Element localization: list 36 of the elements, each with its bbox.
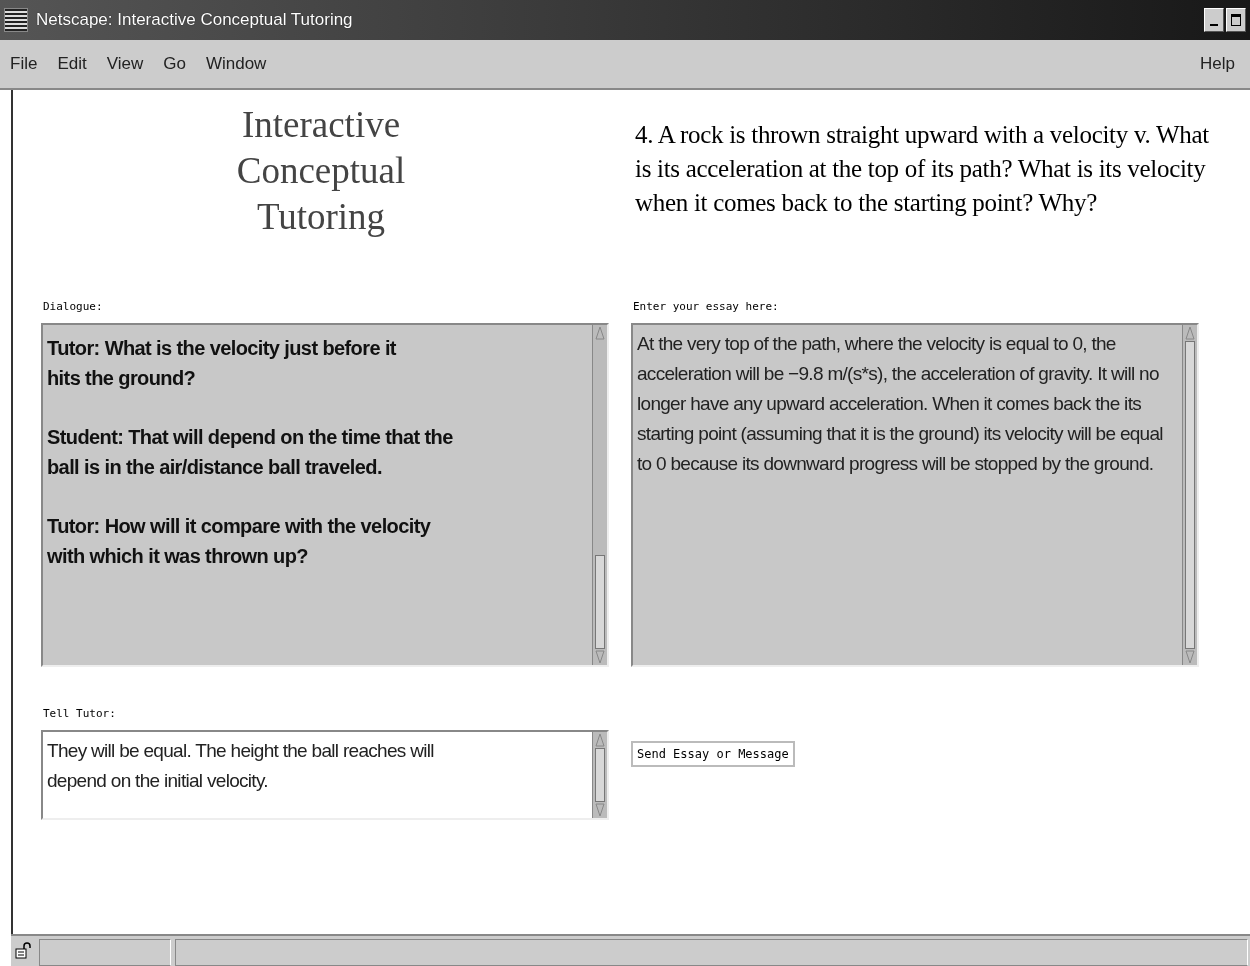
scroll-up-icon[interactable]	[595, 733, 605, 747]
question-text: 4. A rock is thrown straight upward with a velocity v. What is its acceleration at the top of its path? What is its velocity when it comes back to the starting point? Why?	[635, 120, 1210, 218]
scroll-down-icon[interactable]	[595, 803, 605, 817]
logo-text: Tutoring	[256, 195, 386, 239]
menu-item[interactable]: File	[0, 54, 48, 74]
dialogue-message: Tutor: What is the velocity just before it hits the ground?	[47, 336, 398, 391]
scroll-down-icon[interactable]	[595, 650, 605, 664]
minimize-icon[interactable]	[1204, 8, 1224, 32]
window-title: Netscape: Interactive Conceptual Tutoring	[36, 10, 353, 30]
scroll-thumb[interactable]	[1185, 341, 1195, 649]
dialogue-message: Student: That will depend on the time that the ball is in the air/distance ball traveled.	[47, 425, 454, 480]
scrollbar[interactable]	[592, 325, 607, 665]
field-label: Tell Tutor:	[43, 707, 116, 720]
dialogue-message: Tutor: How will it compare with the velocity with which it was thrown up?	[47, 514, 432, 569]
menu-item[interactable]: Window	[195, 54, 277, 74]
menu-item[interactable]: Go	[153, 54, 196, 74]
message-field[interactable]: They will be equal. The height the ball reaches will depend on the initial velocity.	[41, 730, 609, 820]
maximize-icon[interactable]	[1226, 8, 1246, 32]
scroll-up-icon[interactable]	[595, 326, 605, 340]
scroll-down-icon[interactable]	[1185, 650, 1195, 664]
scrollbar[interactable]	[592, 732, 607, 818]
lock-icon	[15, 942, 33, 962]
menu-item[interactable]: View	[96, 54, 154, 74]
menu-item[interactable]: Edit	[47, 54, 97, 74]
send-button[interactable]: Send Essay or Message	[631, 741, 795, 767]
scroll-thumb[interactable]	[595, 554, 605, 649]
menu-item[interactable]: Help	[1190, 54, 1245, 74]
essay-field[interactable]: At the very top of the path, where the velocity is equal to 0, the acceleration will be −9.8 m/(s*s), the acceleration of gravity. It will no longer have any upward acceleration. When it comes back the its starting point (assuming that it is the ground) its velocity will be equal to 0 because its downward progress will be stopped by the ground.	[631, 323, 1199, 667]
field-label: Dialogue:	[43, 300, 103, 313]
window-menu-icon[interactable]	[4, 8, 28, 32]
scroll-thumb[interactable]	[595, 748, 605, 802]
logo-text: Conceptual	[236, 149, 406, 193]
scrollbar[interactable]	[1182, 325, 1197, 665]
field-label: Enter your essay here:	[633, 300, 779, 313]
logo-text: Interactive	[241, 103, 401, 147]
scroll-up-icon[interactable]	[1185, 326, 1195, 340]
